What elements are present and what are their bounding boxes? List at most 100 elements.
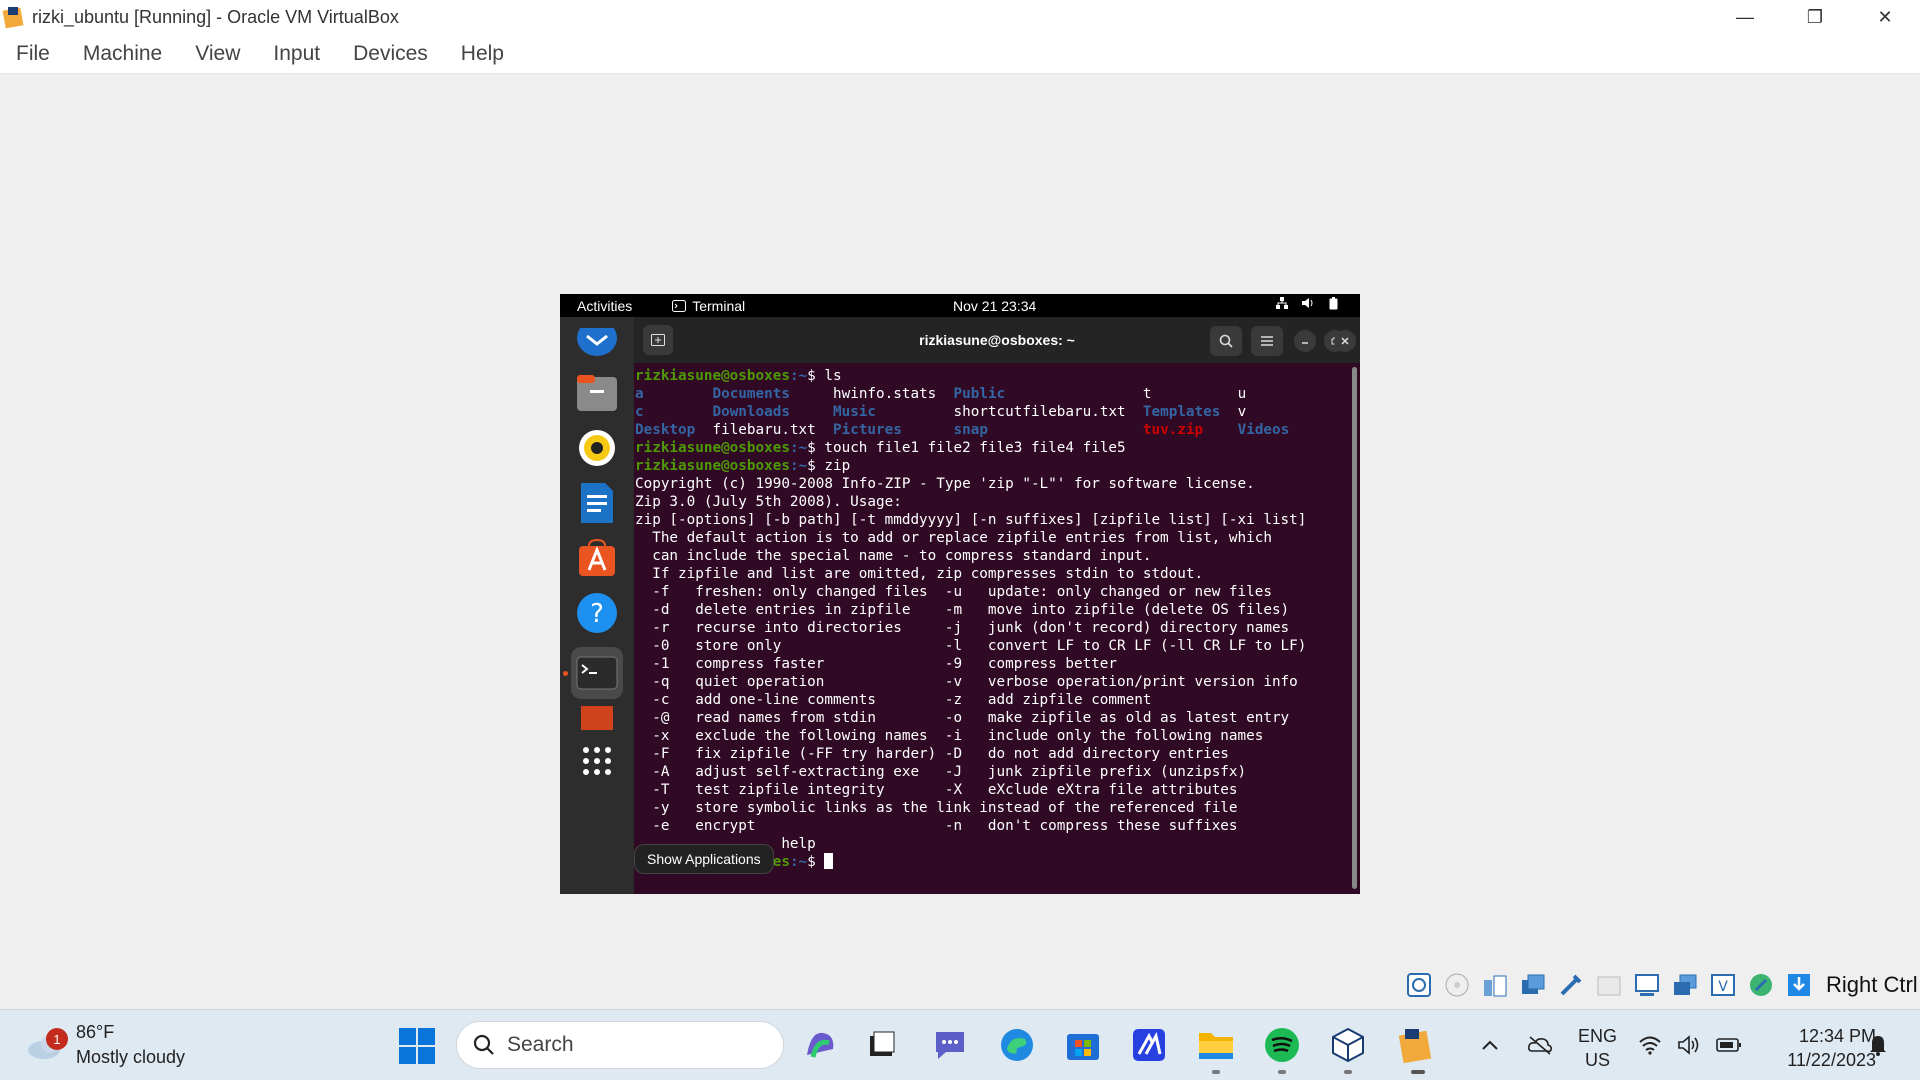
network-status[interactable] (1518, 971, 1547, 1000)
vm-screen[interactable]: Activities Terminal Nov 21 23:34 ? rizki… (560, 294, 1360, 894)
recording-status[interactable] (1670, 971, 1699, 1000)
dock-thunderbird[interactable] (571, 317, 623, 369)
ls-directory: Pictures (833, 422, 902, 438)
search-icon (1219, 334, 1233, 348)
mouse-integration-status[interactable] (1746, 971, 1775, 1000)
minimize-button[interactable]: — (1710, 0, 1780, 34)
show-applications-button[interactable] (571, 735, 623, 787)
spotify-running-indicator (1278, 1070, 1286, 1074)
language-indicator[interactable]: ENG US (1578, 1024, 1617, 1072)
dock-impress[interactable] (571, 702, 623, 732)
app-menu[interactable]: Terminal (672, 298, 745, 314)
virtualization-status[interactable]: V (1708, 971, 1737, 1000)
zip-output-line: If zipfile and list are omitted, zip com… (635, 566, 1204, 582)
notification-center[interactable] (1860, 1024, 1896, 1066)
network-adapter-icon (1521, 974, 1544, 994)
audio-status[interactable] (1480, 971, 1509, 1000)
taskbar-virtualbox-vm[interactable] (1394, 1024, 1436, 1066)
activities-button[interactable]: Activities (577, 298, 632, 314)
clock-time: 12:34 PM (1798, 1026, 1876, 1046)
taskbar-spotify[interactable] (1261, 1024, 1303, 1066)
host-key-label: Right Ctrl (1826, 972, 1918, 997)
ls-archive: tuv.zip (1142, 422, 1204, 438)
libreoffice-impress-icon (581, 706, 613, 730)
svg-text:?: ? (590, 599, 604, 629)
dock-rhythmbox[interactable] (571, 422, 623, 474)
taskbar-copilot[interactable] (800, 1024, 842, 1066)
taskbar-virtualbox-manager[interactable] (1327, 1024, 1369, 1066)
edge-icon (1001, 1029, 1033, 1061)
terminal-search-button[interactable] (1210, 326, 1242, 356)
terminal-window[interactable]: rizkiasune@osboxes: ~ rizkiasune@osboxes… (634, 317, 1360, 894)
menubar: File Machine View Input Devices Help (0, 34, 1920, 74)
vtx-icon: V (1710, 974, 1735, 996)
spotify-icon (1265, 1028, 1299, 1062)
ls-file: shortcutfilebaru.txt (953, 404, 1126, 420)
dock-terminal[interactable] (571, 647, 623, 699)
optical-drive-status[interactable] (1442, 971, 1471, 1000)
restore-button[interactable]: ❐ (1780, 0, 1850, 34)
search-icon (473, 1034, 494, 1055)
taskbar-task-view[interactable] (861, 1024, 903, 1066)
rhythmbox-icon (579, 430, 615, 466)
menu-devices[interactable]: Devices (353, 42, 428, 66)
language-code: ENG (1578, 1026, 1618, 1046)
menu-machine[interactable]: Machine (83, 42, 162, 66)
keyboard-capture-status[interactable] (1784, 971, 1813, 1000)
menu-help[interactable]: Help (461, 42, 504, 66)
show-hidden-icons-button[interactable] (1470, 1024, 1510, 1066)
display-icon (1634, 974, 1659, 996)
ls-file: v (1237, 404, 1247, 420)
ls-row: a Documents hwinfo.stats Public t u (635, 385, 1345, 403)
download-arrow-icon (1787, 974, 1810, 996)
taskbar-edge[interactable] (996, 1024, 1038, 1066)
hard-disk-status[interactable] (1404, 971, 1433, 1000)
taskbar-file-explorer[interactable] (1195, 1024, 1237, 1066)
zip-output-line: -d delete entries in zipfile -m move int… (635, 602, 1290, 618)
ubuntu-dock: ? (560, 317, 634, 894)
thunderbird-icon (577, 328, 617, 356)
zip-output-line: -A adjust self-extracting exe -J junk zi… (635, 764, 1247, 780)
taskbar-clock[interactable]: 12:34 PM 11/22/2023 (1760, 1024, 1876, 1072)
dock-writer[interactable] (571, 477, 623, 529)
help-icon: ? (577, 593, 617, 633)
terminal-menu-button[interactable] (1251, 326, 1283, 356)
virtualbox-app-icon (2, 5, 26, 29)
zip-output-line: -@ read names from stdin -o make zipfile… (635, 710, 1290, 726)
terminal-close-button[interactable] (1334, 330, 1356, 352)
start-button[interactable] (398, 1027, 436, 1065)
taskbar-store[interactable] (1062, 1024, 1104, 1066)
ls-file: t (1142, 386, 1152, 402)
terminal-minimize-button[interactable] (1294, 330, 1316, 352)
menu-input[interactable]: Input (273, 42, 320, 66)
dock-app-center[interactable] (571, 532, 623, 584)
ls-directory: Desktop (635, 422, 696, 438)
zip-output-line: -T test zipfile integrity -X eXclude eXt… (635, 782, 1238, 798)
display-status[interactable] (1632, 971, 1661, 1000)
usb-status[interactable] (1556, 971, 1585, 1000)
taskbar-search[interactable]: Search (456, 1021, 784, 1069)
terminal-scrollbar[interactable] (1352, 367, 1357, 889)
zip-output-line: -0 store only -l convert LF to CR LF (-l… (635, 638, 1307, 654)
quick-settings[interactable] (1630, 1024, 1750, 1066)
prompt-line-touch: rizkiasune@osboxes:~$ touch file1 file2 … (635, 440, 1126, 456)
zip-output-line: -1 compress faster -9 compress better (635, 656, 1118, 672)
folder-icon (1199, 1033, 1233, 1059)
gnome-clock[interactable]: Nov 21 23:34 (953, 298, 1036, 314)
menu-view[interactable]: View (195, 42, 240, 66)
microsoft-store-icon (1067, 1034, 1099, 1060)
taskbar-teams-chat[interactable] (929, 1024, 971, 1066)
dock-files[interactable] (571, 367, 623, 419)
ls-directory: snap (953, 422, 988, 438)
ls-directory: c (635, 404, 644, 420)
taskbar-app-a[interactable] (1128, 1024, 1170, 1066)
menu-file[interactable]: File (16, 42, 50, 66)
close-button[interactable]: ✕ (1850, 0, 1920, 34)
weather-widget[interactable]: 1 86°F Mostly cloudy (26, 1020, 185, 1070)
dock-help[interactable]: ? (571, 587, 623, 639)
shared-folders-status[interactable] (1594, 971, 1623, 1000)
system-menu[interactable] (1276, 297, 1338, 310)
terminal-output[interactable]: rizkiasune@osboxes:~$ ls a Documents hwin… (635, 367, 1345, 871)
mouse-integration-icon (1749, 974, 1772, 996)
onedrive-tray[interactable] (1520, 1024, 1560, 1066)
